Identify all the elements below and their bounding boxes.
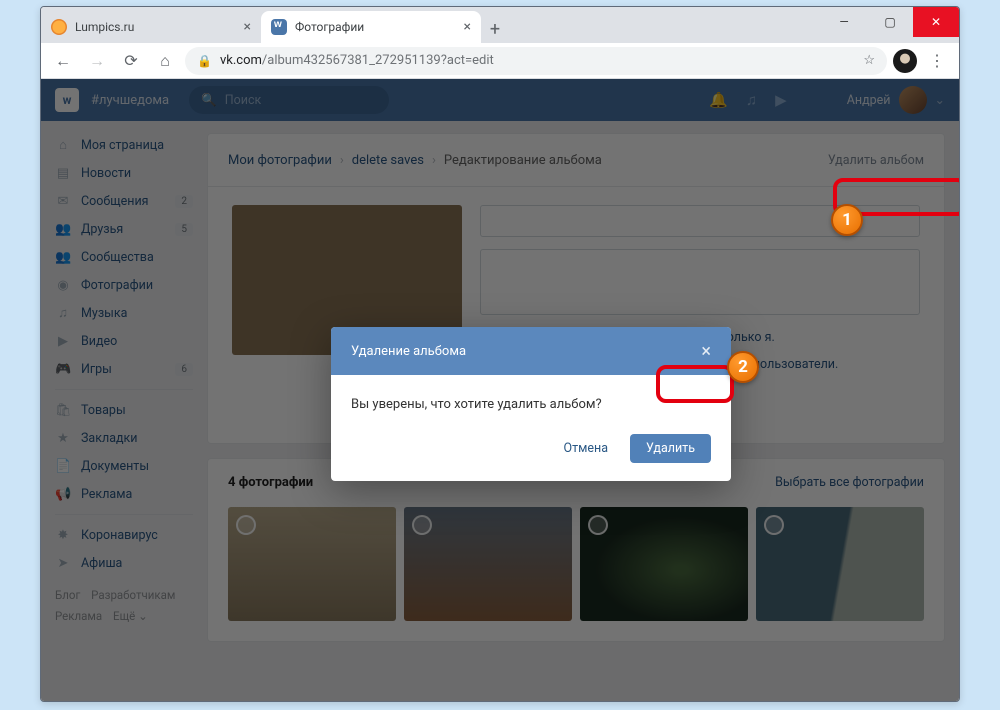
modal-title: Удаление альбома <box>351 344 466 359</box>
new-tab-button[interactable]: + <box>481 15 509 43</box>
lock-icon: 🔒 <box>197 54 212 68</box>
annotation-number-2: 2 <box>727 351 759 383</box>
tab-vk-photos[interactable]: Фотографии × <box>261 11 481 43</box>
forward-button[interactable]: → <box>83 47 111 75</box>
omnibox[interactable]: 🔒 vk.com/album432567381_272951139?act=ed… <box>185 47 887 75</box>
annotation-box-2 <box>656 365 734 403</box>
window-controls: — ▢ ✕ <box>821 7 959 37</box>
tab-title: Фотографии <box>295 20 364 34</box>
favicon-lumpics-icon <box>51 19 67 35</box>
tab-title: Lumpics.ru <box>75 20 134 34</box>
delete-album-modal: Удаление альбома × Вы уверены, что хотит… <box>331 327 731 481</box>
favicon-vk-icon <box>271 19 287 35</box>
tab-strip: Lumpics.ru × Фотографии × + — ▢ ✕ <box>41 7 959 43</box>
profile-avatar-icon[interactable] <box>893 49 917 73</box>
maximize-button[interactable]: ▢ <box>867 7 913 37</box>
browser-window: Lumpics.ru × Фотографии × + — ▢ ✕ ← → ⟳ … <box>40 6 960 702</box>
close-window-button[interactable]: ✕ <box>913 7 959 37</box>
tab-close-icon[interactable]: × <box>464 19 471 35</box>
bookmark-star-icon[interactable]: ☆ <box>863 53 875 68</box>
tab-close-icon[interactable]: × <box>244 19 251 35</box>
annotation-number-1: 1 <box>831 204 863 236</box>
home-button[interactable]: ⌂ <box>151 47 179 75</box>
tab-lumpics[interactable]: Lumpics.ru × <box>41 11 261 43</box>
url-domain: vk.com <box>220 53 262 68</box>
address-bar: ← → ⟳ ⌂ 🔒 vk.com/album432567381_27295113… <box>41 43 959 79</box>
url-path: /album432567381_272951139?act=edit <box>262 53 494 68</box>
close-icon[interactable]: × <box>701 341 711 362</box>
reload-button[interactable]: ⟳ <box>117 47 145 75</box>
confirm-delete-button[interactable]: Удалить <box>630 434 711 463</box>
minimize-button[interactable]: — <box>821 7 867 37</box>
cancel-button[interactable]: Отмена <box>552 434 621 463</box>
vk-app: w #лучшедома 🔍 Поиск 🔔 ♫ ▶ Андрей ⌄ ⌂Моя… <box>41 79 959 701</box>
chrome-menu-button[interactable]: ⋮ <box>923 47 951 75</box>
back-button[interactable]: ← <box>49 47 77 75</box>
